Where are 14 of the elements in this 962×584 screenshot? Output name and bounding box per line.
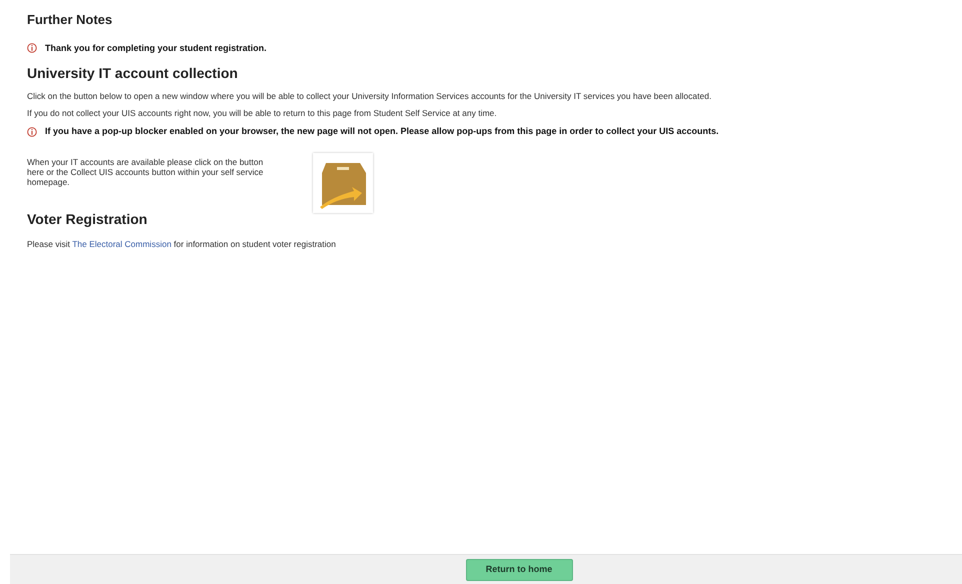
paragraph: Please visit The Electoral Commission for information on student voter registration (27, 238, 337, 251)
section-heading: University IT account collection (27, 64, 239, 83)
info-icon (27, 127, 37, 137)
paragraph: When your IT accounts are available please click on the button here or the Collect UIS accounts button within your self service homepage. (27, 157, 264, 187)
info-icon (27, 42, 37, 52)
section-heading: Further Notes (27, 11, 114, 29)
collect-accounts-button[interactable] (313, 153, 373, 213)
notice-text: Thank you for completing your student registration. (45, 42, 267, 55)
paragraph: Click on the button below to open a new window where you will be able to collect your University Information Services accounts for the University IT services you have been allocated. (27, 91, 712, 101)
section-heading: Voter Registration (27, 210, 148, 229)
paragraph: If you do not collect your UIS accounts right now, you will be able to return to this page from Student Self Service at any time. (27, 108, 498, 118)
electoral-commission-link[interactable]: The Electoral Commission (72, 239, 172, 249)
return-home-button[interactable]: Return to home (466, 559, 572, 581)
warning-text: If you have a pop-up blocker enabled on your browser, the new page will not open. Please allow pop-ups from this page in order to collect your UIS accounts. (45, 126, 719, 136)
